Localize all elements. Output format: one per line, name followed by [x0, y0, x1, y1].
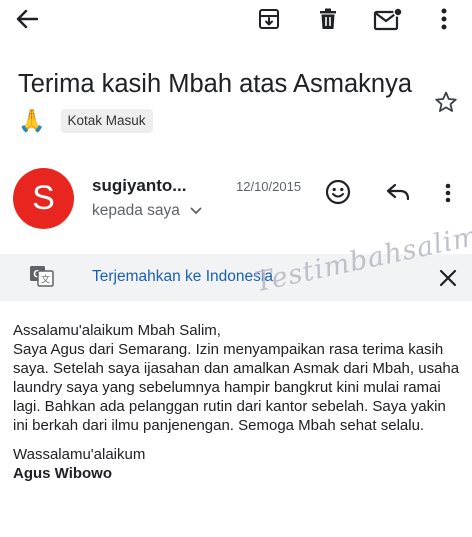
close-icon	[439, 269, 457, 287]
svg-text:文: 文	[41, 274, 50, 286]
recipient-details[interactable]: kepada saya	[92, 202, 202, 220]
subject-text: Terima kasih Mbah atas Asmaknya	[18, 70, 413, 98]
label-badge[interactable]: Kotak Masuk	[60, 109, 153, 134]
mail-unread-icon	[373, 7, 403, 31]
more-options-button[interactable]	[432, 6, 456, 32]
smiley-icon	[325, 179, 351, 205]
more-vert-icon	[445, 183, 451, 203]
body-greeting: Assalamu'alaikum Mbah Salim,	[13, 322, 221, 339]
recipient-label: kepada saya	[92, 202, 180, 219]
sender-name[interactable]: sugiyanto...	[92, 176, 186, 196]
message-date: 12/10/2015	[236, 179, 302, 194]
back-button[interactable]	[12, 6, 42, 32]
email-body: Assalamu'alaikum Mbah Salim, Saya Agus d…	[13, 321, 463, 483]
arrow-back-icon	[16, 9, 38, 29]
reply-button[interactable]	[383, 179, 413, 205]
praying-hands-emoji: 🙏	[18, 108, 46, 133]
translate-icon-wrap: G 文	[28, 264, 56, 288]
delete-button[interactable]	[316, 6, 340, 32]
body-signature: Agus Wibowo	[13, 465, 113, 482]
star-icon	[435, 91, 457, 112]
chevron-down-icon	[190, 207, 202, 215]
emoji-reaction-button[interactable]	[323, 177, 353, 207]
mark-unread-button[interactable]	[372, 5, 404, 33]
archive-button[interactable]	[256, 6, 282, 32]
google-translate-icon: G 文	[30, 266, 54, 287]
reply-icon	[386, 183, 410, 201]
star-button[interactable]	[432, 88, 460, 116]
close-translate-button[interactable]	[436, 266, 460, 290]
trash-icon	[320, 8, 336, 29]
archive-icon	[259, 9, 279, 29]
more-vert-icon	[441, 8, 447, 30]
email-subject: Terima kasih Mbah atas Asmaknya 🙏 Kotak …	[18, 66, 438, 139]
sender-avatar[interactable]: S	[13, 168, 74, 229]
body-closing: Wassalamu'alaikum	[13, 446, 146, 463]
message-more-button[interactable]	[438, 181, 458, 205]
body-paragraph: Saya Agus dari Semarang. Izin menyampaik…	[13, 341, 460, 434]
translate-link[interactable]: Terjemahkan ke Indonesia	[92, 268, 273, 286]
